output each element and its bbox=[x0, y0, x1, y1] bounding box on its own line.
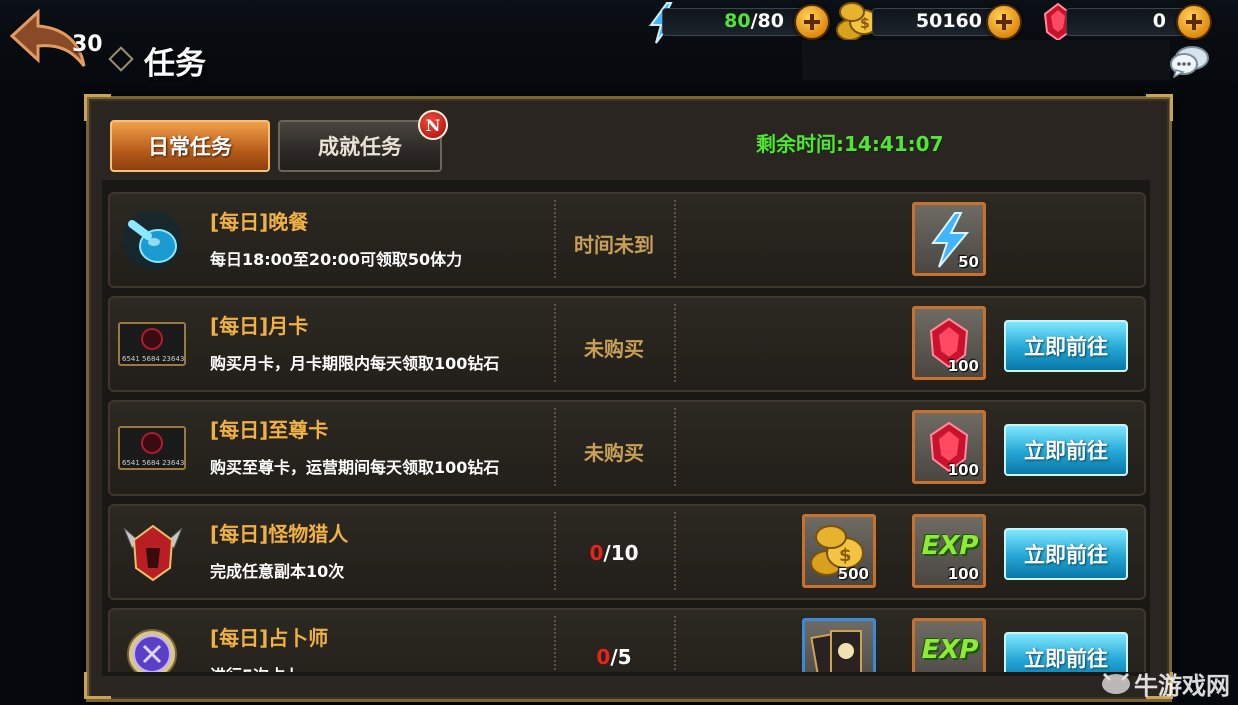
add-gem-button[interactable] bbox=[1176, 4, 1212, 40]
quest-title: [每日]怪物猎人 bbox=[210, 522, 349, 546]
tarot-card-icon bbox=[810, 630, 862, 672]
reward-ruby[interactable]: 100 bbox=[912, 306, 986, 380]
go-now-button[interactable]: 立即前往 bbox=[1004, 424, 1128, 476]
quest-description: 每日18:00至20:00可领取50体力 bbox=[210, 250, 463, 269]
column-divider bbox=[674, 616, 676, 672]
reward-tarot-card[interactable] bbox=[802, 618, 876, 672]
chat-icon[interactable] bbox=[1170, 44, 1210, 78]
exp-icon: EXP bbox=[921, 531, 979, 561]
remaining-time: 剩余时间:14:41:07 bbox=[756, 132, 944, 156]
card-number: 6541 5684 23643 bbox=[122, 355, 185, 363]
svg-text:$: $ bbox=[860, 16, 870, 32]
quest-row-fortune-teller: [每日]占卜师 进行5次占卜 0/5 EXP 立即前往 bbox=[108, 608, 1146, 672]
watermark-logo-icon bbox=[1102, 672, 1130, 694]
quest-description: 进行5次占卜 bbox=[210, 662, 301, 672]
quest-status: 时间未到 bbox=[574, 233, 654, 257]
reward-energy[interactable]: 50 bbox=[912, 202, 986, 276]
svg-text:$: $ bbox=[839, 545, 852, 566]
reward-quantity: 100 bbox=[947, 357, 979, 375]
quest-title: [每日]晚餐 bbox=[210, 210, 309, 234]
quest-title: [每日]占卜师 bbox=[210, 626, 329, 650]
card-number: 6541 5684 23643 bbox=[122, 459, 185, 467]
exp-icon: EXP bbox=[921, 635, 979, 665]
reward-quantity: 100 bbox=[947, 565, 979, 583]
tab-daily-quests[interactable]: 日常任务 bbox=[110, 120, 270, 172]
quest-description: 完成任意副本10次 bbox=[210, 562, 345, 581]
frame-corner-ornament bbox=[84, 94, 111, 121]
quest-status: 未购买 bbox=[584, 441, 644, 465]
reward-quantity: 50 bbox=[958, 253, 979, 271]
frame-corner-ornament bbox=[1146, 94, 1173, 121]
frame-corner-ornament bbox=[84, 672, 111, 699]
notice-area bbox=[802, 40, 1170, 80]
quest-title: [每日]月卡 bbox=[210, 314, 309, 338]
add-energy-button[interactable] bbox=[794, 4, 830, 40]
add-gold-button[interactable] bbox=[986, 4, 1022, 40]
quest-progress: 0/10 bbox=[589, 541, 639, 565]
crystal-ball-icon bbox=[127, 629, 177, 672]
monthly-card-icon: 6541 5684 23643 bbox=[118, 322, 186, 366]
column-divider bbox=[674, 408, 676, 486]
reward-ruby[interactable]: 100 bbox=[912, 410, 986, 484]
reward-quantity: 500 bbox=[837, 565, 869, 583]
reward-quantity: 100 bbox=[947, 461, 979, 479]
reward-exp[interactable]: EXP bbox=[912, 618, 986, 672]
quest-title: [每日]至尊卡 bbox=[210, 418, 329, 442]
quest-status: 未购买 bbox=[584, 337, 644, 361]
helmet-icon bbox=[123, 524, 183, 582]
player-level: 30 bbox=[72, 32, 103, 57]
quest-progress: 0/5 bbox=[596, 645, 632, 669]
go-now-button[interactable]: 立即前往 bbox=[1004, 320, 1128, 372]
gold-value: 50160 bbox=[915, 10, 982, 32]
column-divider bbox=[674, 512, 676, 590]
go-now-button[interactable]: 立即前往 bbox=[1004, 528, 1128, 580]
potion-icon bbox=[122, 210, 182, 270]
watermark-text: 牛游戏网 bbox=[1134, 672, 1230, 700]
new-badge: N bbox=[418, 110, 448, 140]
quest-description: 购买月卡，月卡期限内每天领取100钻石 bbox=[210, 354, 500, 373]
site-watermark: 牛游戏网 bbox=[1100, 664, 1236, 702]
column-divider bbox=[674, 304, 676, 382]
column-divider bbox=[674, 200, 676, 278]
gem-value: 0 bbox=[1152, 10, 1166, 32]
page-title: 任务 bbox=[144, 46, 206, 82]
reward-gold[interactable]: $ 500 bbox=[802, 514, 876, 588]
quest-description: 购买至尊卡，运营期间每天领取100钻石 bbox=[210, 458, 500, 477]
supreme-card-icon: 6541 5684 23643 bbox=[118, 426, 186, 470]
energy-value: 80/80 bbox=[724, 10, 784, 32]
reward-exp[interactable]: EXP 100 bbox=[912, 514, 986, 588]
